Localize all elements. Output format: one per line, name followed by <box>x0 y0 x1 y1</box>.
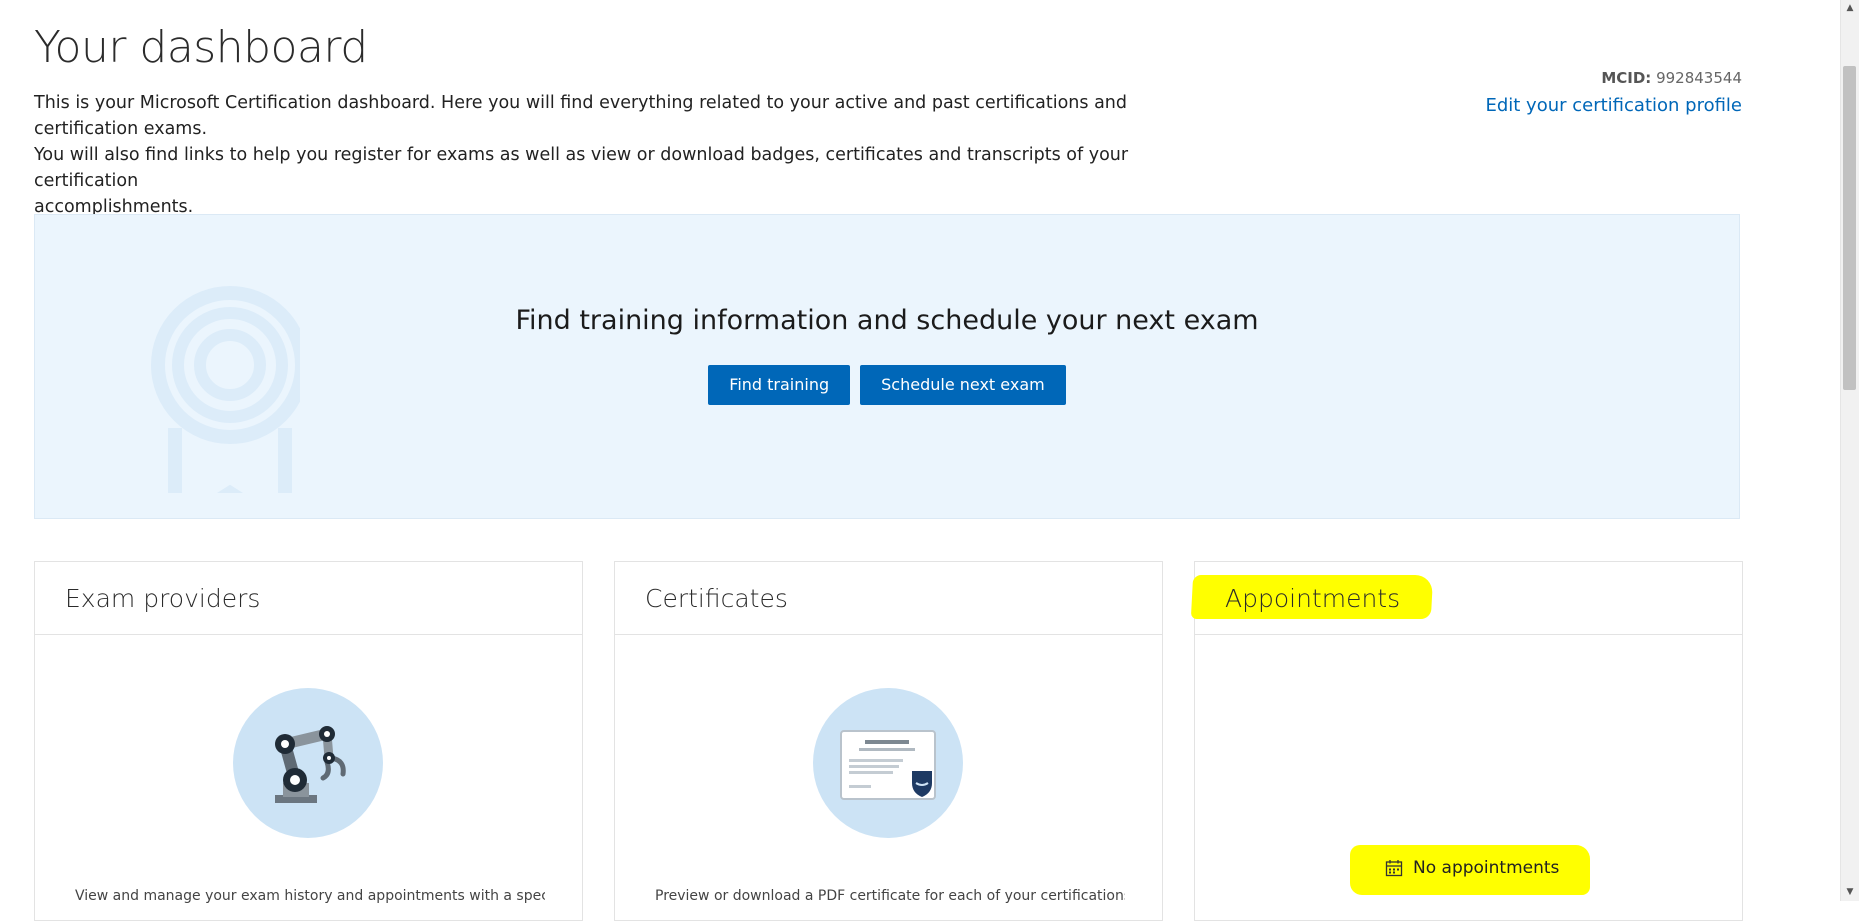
banner-heading: Find training information and schedule y… <box>515 305 1259 336</box>
calendar-icon <box>1385 860 1403 877</box>
exam-providers-card: Exam providers View and manage your exam… <box>34 561 583 921</box>
training-banner: Find training information and schedule y… <box>34 214 1740 519</box>
card-header: Appointments <box>1190 562 1742 635</box>
mcid-value: 992843544 <box>1656 69 1742 87</box>
schedule-exam-button[interactable]: Schedule next exam <box>860 365 1066 405</box>
card-header: Exam providers <box>35 562 582 635</box>
card-header: Certificates <box>615 562 1162 635</box>
card-title: Certificates <box>645 584 788 613</box>
mcid-label: MCID: <box>1601 69 1652 87</box>
scroll-up-arrow-icon[interactable]: ▲ <box>1841 0 1859 17</box>
card-title: Appointments <box>1225 584 1401 613</box>
no-appointments-label: No appointments <box>1413 858 1560 878</box>
mcid-display: MCID: 992843544 <box>1601 69 1742 87</box>
vertical-scrollbar[interactable]: ▲ ▼ <box>1840 0 1859 901</box>
certificate-document-icon <box>813 688 963 838</box>
banner-actions: Find training Schedule next exam <box>35 365 1739 405</box>
intro-text: This is your Microsoft Certification das… <box>34 90 1194 220</box>
no-appointments: No appointments <box>1350 845 1590 895</box>
card-description: Preview or download a PDF certificate fo… <box>655 888 1125 904</box>
scroll-down-arrow-icon[interactable]: ▼ <box>1841 884 1859 901</box>
robot-arm-icon <box>233 688 383 838</box>
intro-line: This is your Microsoft Certification das… <box>34 93 1128 139</box>
certificates-card: Certificates Preview or download a PDF c… <box>614 561 1163 921</box>
scroll-thumb[interactable] <box>1843 66 1856 390</box>
no-appointments-row: No appointments <box>1385 858 1559 878</box>
find-training-button[interactable]: Find training <box>708 365 851 405</box>
edit-profile-link[interactable]: Edit your certification profile <box>1485 95 1742 116</box>
appointments-card: Appointments No appointments <box>1190 561 1743 921</box>
page-title: Your dashboard <box>34 22 368 73</box>
card-description: View and manage your exam history and ap… <box>75 888 545 904</box>
intro-line: You will also find links to help you reg… <box>34 145 1129 191</box>
card-title: Exam providers <box>65 584 261 613</box>
